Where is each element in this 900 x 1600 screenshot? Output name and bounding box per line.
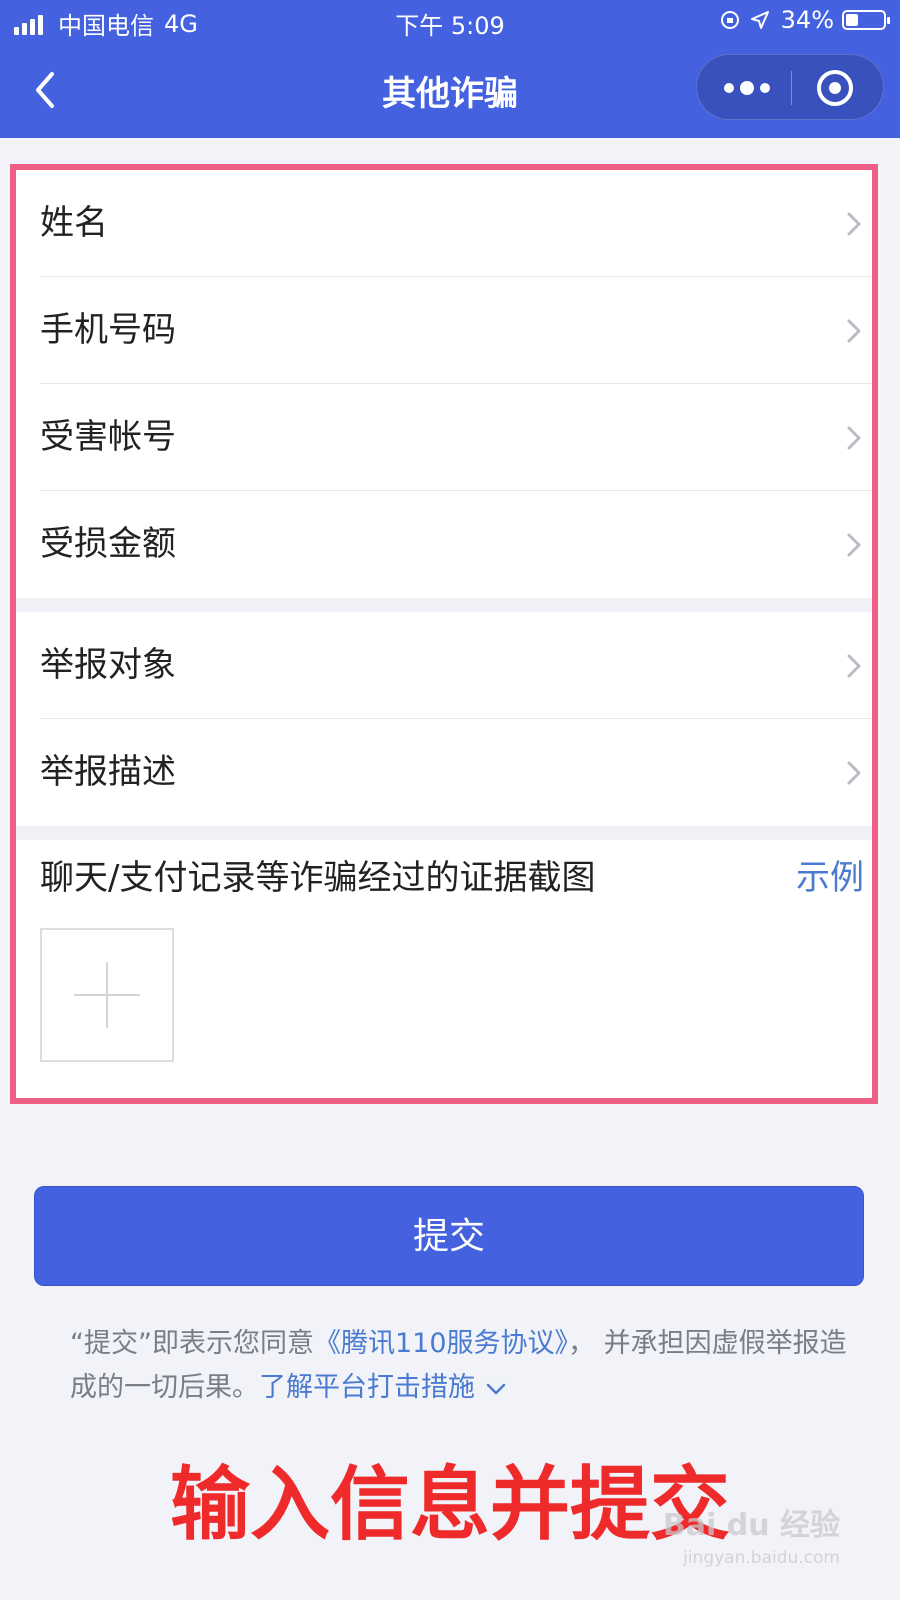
form-row-name[interactable]: 姓名 <box>16 170 872 277</box>
form-row-label: 受损金额 <box>40 524 176 564</box>
evidence-title: 聊天/支付记录等诈骗经过的证据截图 <box>40 858 596 898</box>
report-form-card: 姓名 手机号码 受害帐号 受损金额 举报对象 举报描述 聊天/支付记录等诈骗经过… <box>10 164 878 1104</box>
chevron-right-icon <box>847 654 861 678</box>
service-agreement-link[interactable]: 《腾讯110服务协议》 <box>314 1328 568 1359</box>
form-row-loss-amount[interactable]: 受损金额 <box>16 491 872 598</box>
mini-program-capsule <box>696 54 884 120</box>
form-row-victim-account[interactable]: 受害帐号 <box>16 384 872 491</box>
orientation-lock-icon <box>720 11 739 29</box>
plus-icon <box>74 962 140 1028</box>
add-screenshot-button[interactable] <box>40 928 174 1062</box>
form-row-label: 受害帐号 <box>40 417 176 457</box>
battery-icon <box>842 10 890 30</box>
platform-measures-link[interactable]: 了解平台打击措施 <box>259 1372 475 1403</box>
capsule-divider <box>791 71 792 105</box>
nav-bar: 其他诈骗 <box>0 42 900 138</box>
form-row-report-target[interactable]: 举报对象 <box>16 612 872 719</box>
location-icon <box>750 11 769 29</box>
status-bar: 中国电信 4G 下午 5:09 34% <box>0 0 900 42</box>
form-row-label: 举报描述 <box>40 752 176 792</box>
chevron-right-icon <box>847 426 861 450</box>
chevron-right-icon <box>847 761 861 785</box>
submit-button[interactable]: 提交 <box>34 1186 864 1286</box>
baidu-watermark: Bai du 经验 <box>662 1508 840 1543</box>
form-row-label: 举报对象 <box>40 645 176 685</box>
target-close-icon[interactable] <box>815 68 855 108</box>
agreement-text: “提交”即表示您同意《腾讯110服务协议》， 并承担因虚假举报造成的一切后果。了… <box>70 1322 850 1410</box>
chevron-down-icon[interactable] <box>485 1382 507 1396</box>
section-gap <box>16 826 872 840</box>
agreement-prefix: “提交”即表示您同意 <box>70 1328 314 1359</box>
chevron-right-icon <box>847 319 861 343</box>
more-dots-icon[interactable] <box>719 73 775 103</box>
baidu-watermark-url: jingyan.baidu.com <box>683 1548 840 1568</box>
form-row-label: 姓名 <box>40 203 108 243</box>
chevron-right-icon <box>847 212 861 236</box>
status-right: 34% <box>719 6 890 34</box>
example-link[interactable]: 示例 <box>796 850 864 899</box>
form-row-label: 手机号码 <box>40 310 176 350</box>
form-row-report-description[interactable]: 举报描述 <box>16 719 872 826</box>
form-row-phone[interactable]: 手机号码 <box>16 277 872 384</box>
chevron-right-icon <box>847 533 861 557</box>
section-gap <box>16 598 872 612</box>
battery-percent: 34% <box>780 6 834 34</box>
